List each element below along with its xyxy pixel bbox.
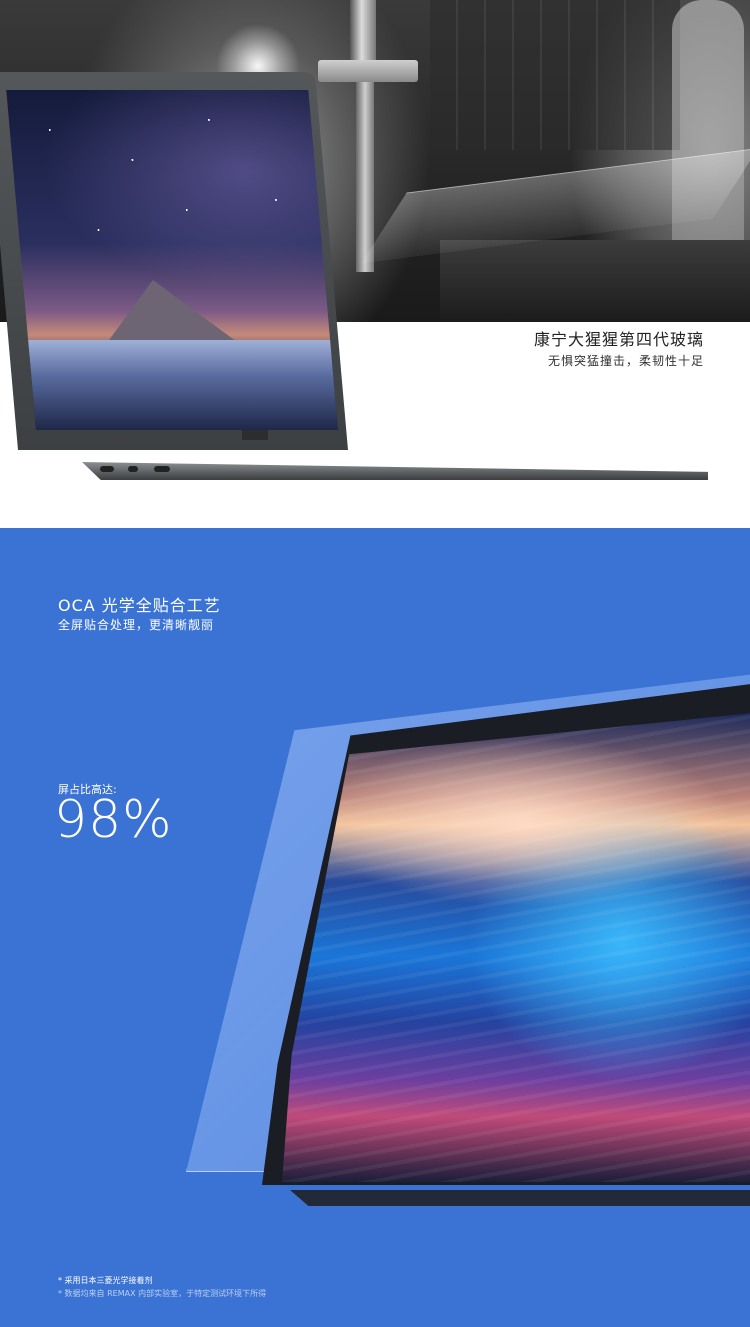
product-detail-page: 康宁大猩猩第四代玻璃 无惧突猛撞击，柔韧性十足 OCA 光学全贴合工艺 全屏贴合…: [0, 0, 750, 1327]
glass-title: 康宁大猩猩第四代玻璃: [533, 330, 704, 349]
laptop-screen-image: [6, 90, 339, 430]
laptop-base: [82, 462, 708, 480]
usb-port: [154, 466, 170, 472]
oca-subtitle: 全屏贴合处理，更清晰靓丽: [58, 618, 215, 632]
wave-display-image: [282, 712, 750, 1182]
laptop-logo: [242, 430, 268, 440]
glass-subtitle: 无惧突猛撞击，柔韧性十足: [547, 354, 704, 368]
footnote-data-source: * 数据均来自 REMAX 内部实验室，于特定测试环境下所得: [58, 1289, 267, 1298]
gorilla-glass-section: 康宁大猩猩第四代玻璃 无惧突猛撞击，柔韧性十足: [0, 0, 750, 528]
oca-title: OCA 光学全贴合工艺: [58, 596, 221, 615]
oca-lamination-section: OCA 光学全贴合工艺 全屏贴合处理，更清晰靓丽 屏占比高达: 98% * 采用…: [0, 528, 750, 1327]
footnote-adhesive: * 采用日本三菱光学接着剂: [58, 1276, 153, 1285]
mini-port: [128, 466, 138, 472]
screen-ratio-value: 98%: [54, 790, 173, 850]
usb-c-port: [100, 466, 114, 472]
